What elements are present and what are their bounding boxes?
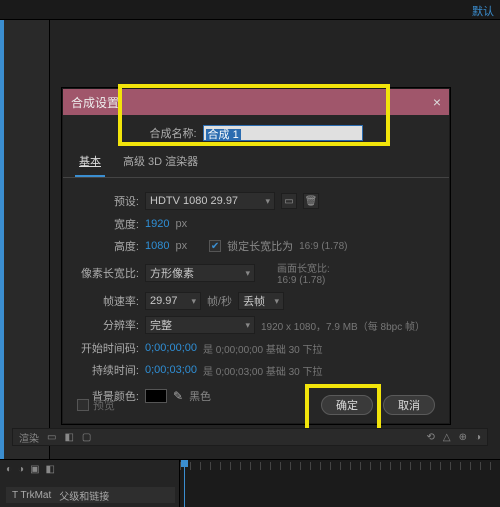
toolbar-icon[interactable]: ▢ xyxy=(82,432,91,443)
height-label: 高度: xyxy=(77,238,139,254)
res-select[interactable]: 完整 xyxy=(145,316,255,334)
comp-name-input[interactable]: 合成 1 xyxy=(203,125,363,141)
toolbar-icon[interactable]: △ xyxy=(443,432,451,443)
px-unit: px xyxy=(175,218,187,230)
fps-label: 帧速率: xyxy=(77,293,139,309)
fps-select[interactable]: 29.97 xyxy=(145,292,201,310)
dialog-titlebar: 合成设置 × xyxy=(63,89,449,115)
timeline-icon[interactable]: ▣ xyxy=(30,464,39,475)
toolbar-icon[interactable]: ⊕ xyxy=(459,432,467,443)
timeline-icon[interactable]: ◧ xyxy=(46,464,55,475)
duration-label: 持续时间: xyxy=(77,362,139,378)
comp-name-label: 合成名称: xyxy=(149,125,196,141)
playhead[interactable] xyxy=(184,460,185,507)
tab-basic[interactable]: 基本 xyxy=(75,149,105,177)
preview-label: 预览 xyxy=(93,397,115,413)
lock-aspect-ratio: 16:9 (1.78) xyxy=(299,241,347,252)
height-value[interactable]: 1080 xyxy=(145,240,169,252)
preset-select[interactable]: HDTV 1080 29.97 xyxy=(145,192,275,210)
par-select[interactable]: 方形像素 xyxy=(145,264,255,282)
preview-checkbox[interactable] xyxy=(77,399,89,411)
toolbar-icon[interactable]: ◧ xyxy=(64,432,73,443)
timeline-icon[interactable]: ◐ xyxy=(6,464,12,475)
frame-aspect-value: 16:9 (1.78) xyxy=(277,275,330,286)
width-label: 宽度: xyxy=(77,216,139,232)
frame-aspect-label: 画面长宽比: xyxy=(277,260,330,275)
start-tc-hint: 是 0;00;00;00 基础 30 下拉 xyxy=(203,341,323,356)
par-label: 像素长宽比: xyxy=(77,265,139,281)
toolbar-icon[interactable]: ▭ xyxy=(47,432,56,443)
start-tc-label: 开始时间码: xyxy=(77,340,139,356)
px-unit2: px xyxy=(175,240,187,252)
timeline-icon[interactable]: ◑ xyxy=(18,464,24,475)
delete-preset-icon[interactable]: 🗑 xyxy=(303,193,319,209)
toolbar-icon[interactable]: ⟲ xyxy=(426,432,434,443)
duration-hint: 是 0;00;03;00 基础 30 下拉 xyxy=(203,363,323,378)
render-label[interactable]: 渲染 xyxy=(19,430,39,445)
panel-toolbar: 渲染 ▭ ◧ ▢ ⟲ △ ⊕ ◑ xyxy=(12,428,488,446)
dropframe-select[interactable]: 丢帧 xyxy=(238,292,284,310)
default-layout-link[interactable]: 默认 xyxy=(472,3,494,19)
cancel-button[interactable]: 取消 xyxy=(383,395,435,415)
width-value[interactable]: 1920 xyxy=(145,218,169,230)
lock-aspect-checkbox[interactable] xyxy=(209,240,221,252)
time-ruler[interactable] xyxy=(180,462,500,470)
lock-aspect-label: 锁定长宽比为 xyxy=(227,238,293,254)
duration-value[interactable]: 0;00;03;00 xyxy=(145,364,197,376)
toolbar-icon[interactable]: ◑ xyxy=(475,432,481,443)
dialog-title: 合成设置 xyxy=(71,94,119,111)
col-parent: 父级和链接 xyxy=(59,488,109,503)
timeline-panel: ◐ ◑ ▣ ◧ T TrkMat 父级和链接 xyxy=(0,459,500,507)
col-trkmat: T TrkMat xyxy=(12,490,51,501)
save-preset-icon[interactable]: ▭ xyxy=(281,193,297,209)
composition-settings-dialog: 合成设置 × 合成名称: 合成 1 基本 高级 3D 渲染器 预设: HDTV … xyxy=(62,88,450,424)
fps-unit: 帧/秒 xyxy=(207,293,232,309)
timeline-columns: T TrkMat 父级和链接 xyxy=(6,487,175,503)
tab-advanced[interactable]: 高级 3D 渲染器 xyxy=(119,149,202,177)
start-tc-value[interactable]: 0;00;00;00 xyxy=(145,342,197,354)
ok-button[interactable]: 确定 xyxy=(321,395,373,415)
preset-label: 预设: xyxy=(77,193,139,209)
res-label: 分辨率: xyxy=(77,317,139,333)
close-icon[interactable]: × xyxy=(433,94,441,110)
res-hint: 1920 x 1080，7.9 MB（每 8bpc 帧） xyxy=(261,318,425,333)
